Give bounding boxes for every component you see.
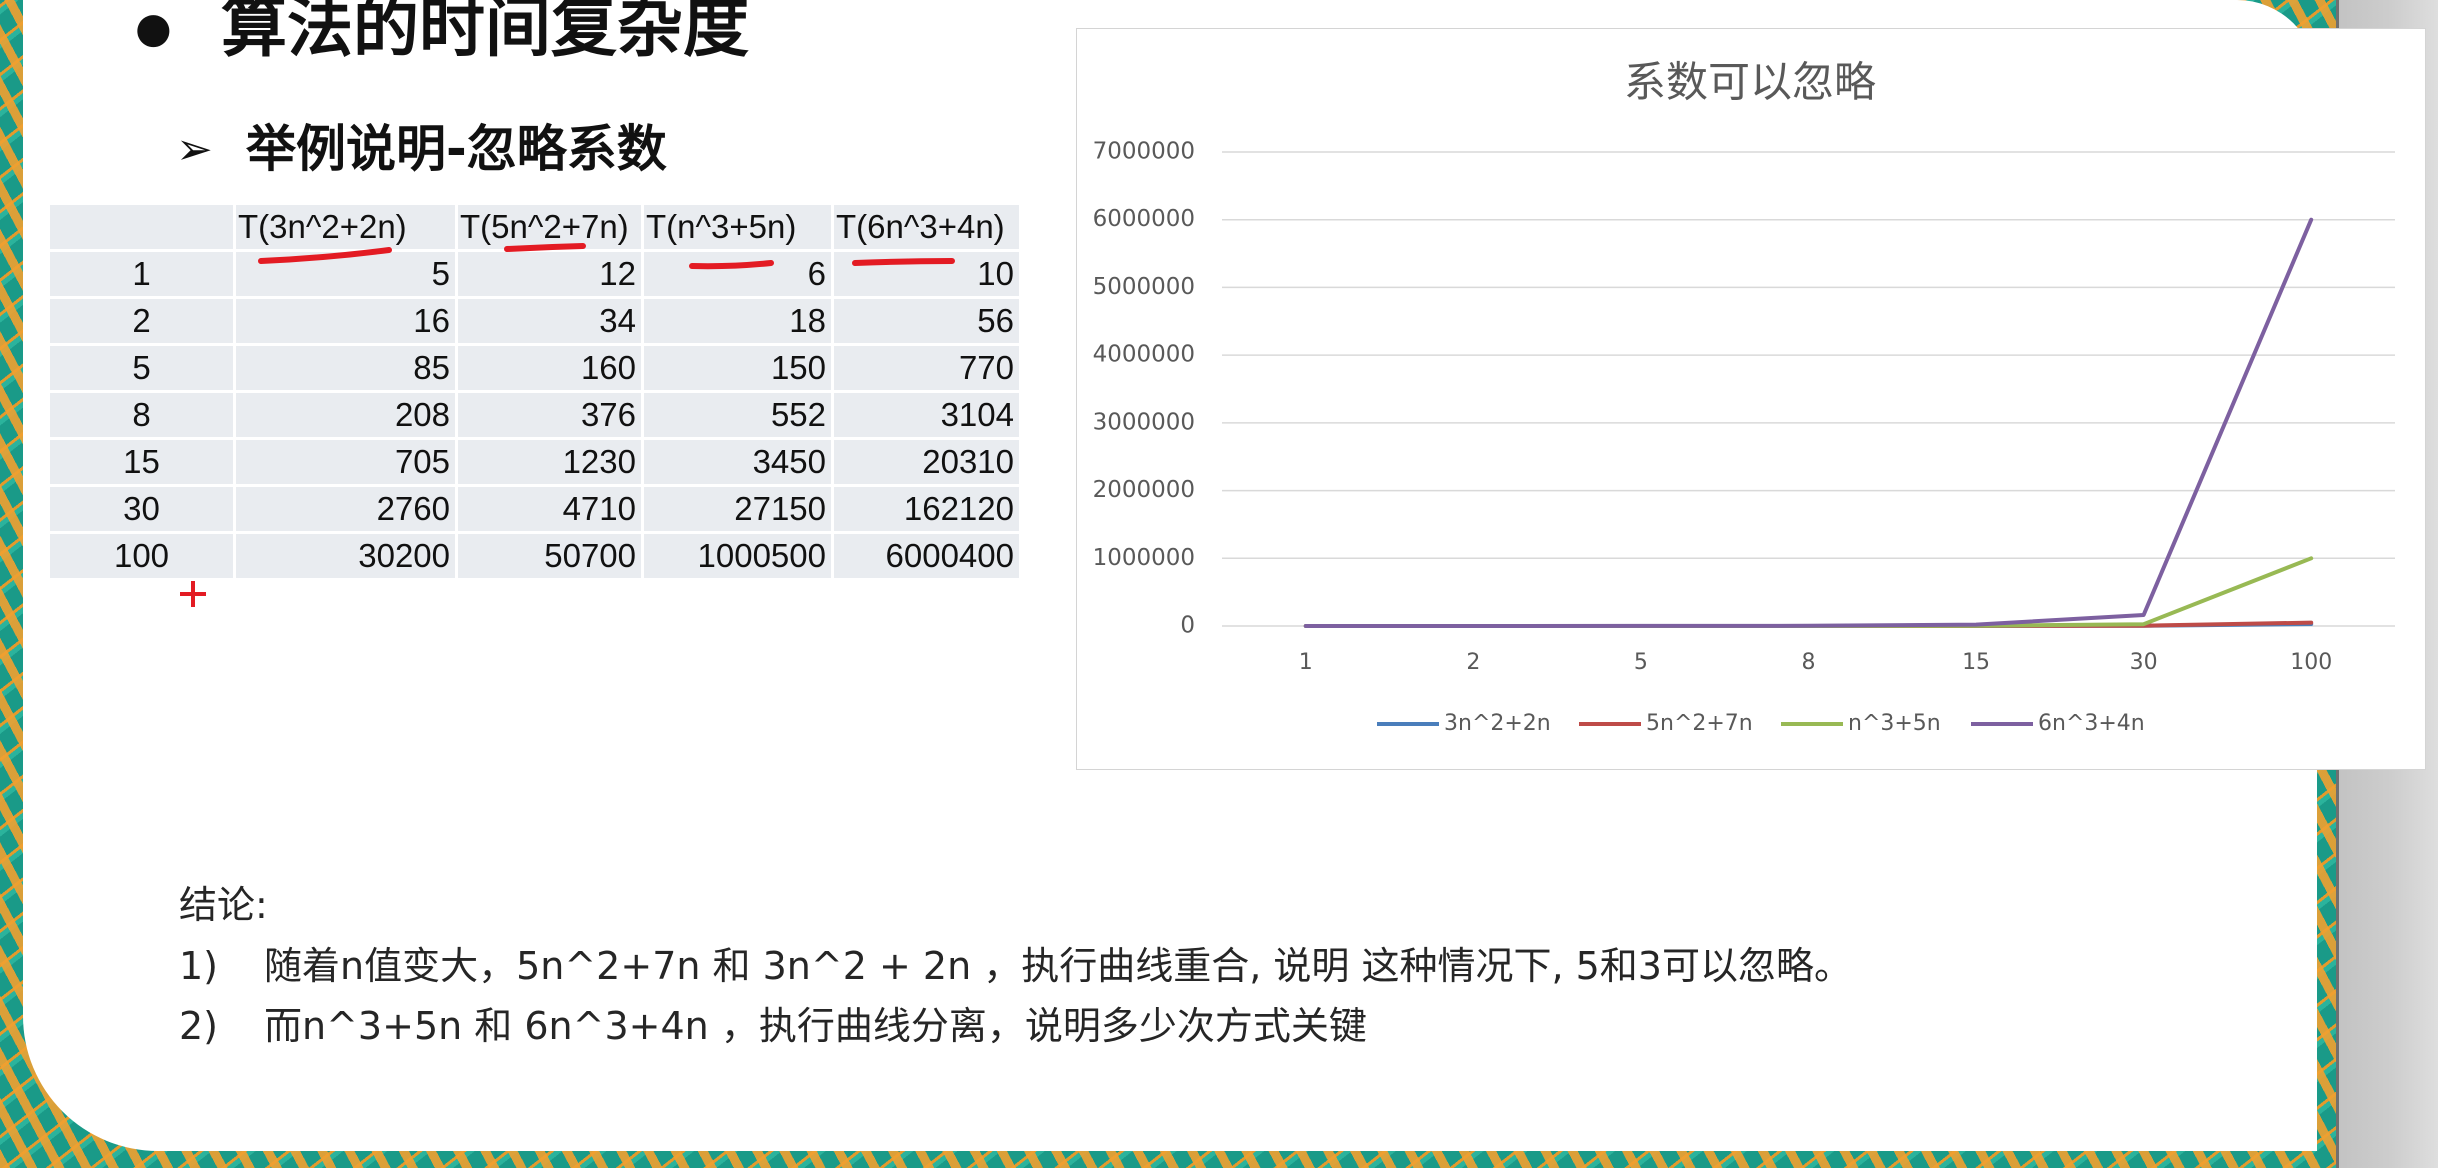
table-header-cell: T(5n^2+7n): [458, 205, 641, 249]
table-cell: 150: [644, 346, 831, 390]
complexity-table: T(3n^2+2n) T(5n^2+7n) T(n^3+5n) T(6n^3+4n) 1…: [50, 205, 1019, 578]
table-row-label: 2: [50, 299, 233, 343]
table-cell: 160: [458, 346, 641, 390]
table-cell: 56: [834, 299, 1019, 343]
table-cell: 5: [236, 252, 455, 296]
table-cell: 20310: [834, 440, 1019, 484]
y-tick-label: 6000000: [1093, 206, 1195, 232]
table-header-cell: T(3n^2+2n): [236, 205, 455, 249]
table-cell: 4710: [458, 487, 641, 531]
x-tick-label: 15: [1962, 650, 1990, 675]
arrow-bullet-icon: ➢: [176, 124, 213, 175]
table-row-label: 8: [50, 393, 233, 437]
x-tick-label: 5: [1634, 650, 1648, 675]
y-tick-label: 4000000: [1093, 342, 1195, 368]
table-cell: 162120: [834, 487, 1019, 531]
conclusion-item-text: 随着n值变大，5n^2+7n 和 3n^2 + 2n ，执行曲线重合, 说明 这…: [264, 944, 1852, 988]
conclusion-item-text: 而n^3+5n 和 6n^3+4n ，执行曲线分离，说明多少次方式关键: [264, 1004, 1367, 1048]
x-tick-label: 8: [1802, 650, 1816, 675]
table-cell: 12: [458, 252, 641, 296]
x-tick-label: 2: [1466, 650, 1480, 675]
table-cell: 34: [458, 299, 641, 343]
series-line-2: [1303, 556, 2314, 628]
table-cell: 10: [834, 252, 1019, 296]
table-cell: 18: [644, 299, 831, 343]
table-cell: 208: [236, 393, 455, 437]
table-cell: 705: [236, 440, 455, 484]
table-corner-cell: [50, 205, 233, 249]
table-row-label: 15: [50, 440, 233, 484]
conclusion-heading: 结论:: [179, 883, 268, 927]
y-tick-label: 1000000: [1093, 545, 1195, 571]
table-cell: 1230: [458, 440, 641, 484]
table-header-cell: T(n^3+5n): [644, 205, 831, 249]
legend-label: 6n^3+4n: [2038, 711, 2145, 736]
table-cell: 3104: [834, 393, 1019, 437]
table-row-label: 30: [50, 487, 233, 531]
slide-subtitle: 举例说明-忽略系数: [246, 120, 667, 178]
x-tick-label: 1: [1299, 650, 1313, 675]
conclusion-item-number: 2): [179, 1004, 219, 1048]
table-cell: 85: [236, 346, 455, 390]
table-cell: 6: [644, 252, 831, 296]
table-row-label: 5: [50, 346, 233, 390]
line-chart: 系数可以忽略 0 1000000 2000000 3000000 4000000 50000…: [1076, 28, 2426, 770]
y-tick-label: 0: [1180, 613, 1195, 639]
y-tick-label: 7000000: [1093, 139, 1195, 165]
y-tick-label: 2000000: [1093, 477, 1195, 503]
table-cell: 2760: [236, 487, 455, 531]
x-tick-label: 100: [2290, 650, 2332, 675]
table-cell: 376: [458, 393, 641, 437]
legend-label: n^3+5n: [1848, 711, 1941, 736]
chart-title: 系数可以忽略: [1624, 58, 1876, 107]
table-cell: 552: [644, 393, 831, 437]
y-tick-label: 3000000: [1093, 409, 1195, 435]
table-row-label: 100: [50, 534, 233, 578]
table-cell: 1000500: [644, 534, 831, 578]
legend-label: 3n^2+2n: [1444, 711, 1551, 736]
legend-label: 5n^2+7n: [1646, 711, 1753, 736]
table-cell: 16: [236, 299, 455, 343]
conclusion-item-number: 1): [179, 944, 219, 988]
title-bullet: ●: [135, 3, 172, 52]
table-cell: 30200: [236, 534, 455, 578]
table-cell: 50700: [458, 534, 641, 578]
y-tick-label: 5000000: [1093, 274, 1195, 300]
table-cell: 27150: [644, 487, 831, 531]
table-header-cell: T(6n^3+4n): [834, 205, 1019, 249]
chart-svg: 系数可以忽略 0 1000000 2000000 3000000 4000000 50000…: [1093, 58, 2395, 736]
table-cell: 3450: [644, 440, 831, 484]
table-row-label: 1: [50, 252, 233, 296]
table-cell: 770: [834, 346, 1019, 390]
x-tick-label: 30: [2130, 650, 2158, 675]
table-cell: 6000400: [834, 534, 1019, 578]
slide-title: 算法的时间复杂度: [221, 0, 749, 66]
